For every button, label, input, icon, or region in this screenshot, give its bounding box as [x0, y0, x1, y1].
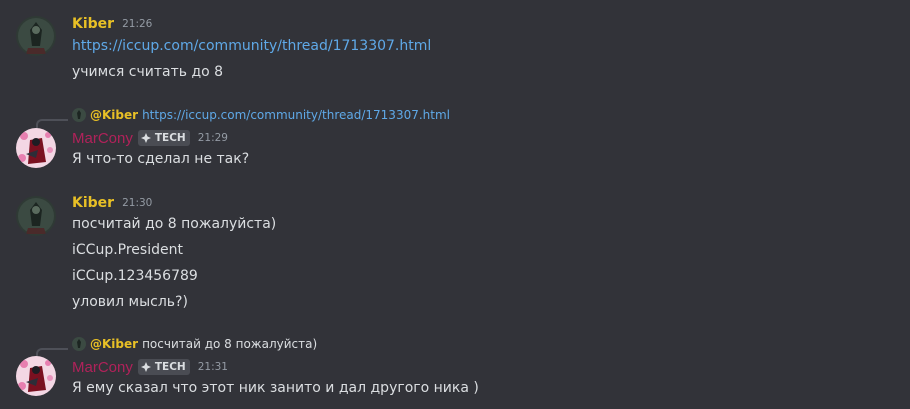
reply-text[interactable]: https://iccup.com/community/thread/17133… — [142, 108, 450, 122]
reply-text[interactable]: посчитай до 8 пожалуйста) — [142, 337, 317, 351]
message-text: учимся считать до 8 — [72, 64, 224, 80]
username[interactable]: MarCony — [72, 359, 133, 376]
gamepad-icon — [140, 361, 152, 373]
message-text: iCCup.123456789 — [72, 268, 198, 284]
tag-label: TECH — [154, 361, 186, 373]
avatar[interactable] — [16, 16, 56, 56]
gamepad-icon — [140, 132, 152, 144]
reply-preview[interactable]: @Kiber посчитай до 8 пожалуйста) — [72, 335, 317, 353]
reply-mention[interactable]: @Kiber — [90, 108, 138, 122]
reply-avatar — [72, 337, 86, 351]
message-text: Я что-то сделал не так? — [72, 151, 250, 167]
message-text: iCCup.President — [72, 242, 183, 258]
reply-mention[interactable]: @Kiber — [90, 337, 138, 351]
reply-avatar — [72, 108, 86, 122]
timestamp[interactable]: 21:26 — [122, 18, 152, 30]
timestamp[interactable]: 21:29 — [198, 132, 228, 144]
avatar[interactable] — [16, 196, 56, 236]
avatar[interactable] — [16, 356, 56, 396]
message-text: посчитай до 8 пожалуйста) — [72, 216, 277, 232]
tech-tag[interactable]: TECH — [137, 130, 190, 146]
tag-label: TECH — [154, 132, 186, 144]
username[interactable]: MarCony — [72, 130, 133, 147]
reply-preview[interactable]: @Kiber https://iccup.com/community/threa… — [72, 106, 450, 124]
username[interactable]: Kiber — [72, 16, 114, 32]
timestamp[interactable]: 21:31 — [198, 361, 228, 373]
message-text: уловил мысль?) — [72, 294, 188, 310]
message-text: Я ему сказал что этот ник занито и дал д… — [72, 380, 479, 396]
username[interactable]: Kiber — [72, 195, 114, 211]
avatar[interactable] — [16, 128, 56, 168]
thread-link[interactable]: https://iccup.com/community/thread/17133… — [72, 38, 431, 54]
tech-tag[interactable]: TECH — [137, 359, 190, 375]
timestamp[interactable]: 21:30 — [122, 197, 152, 209]
